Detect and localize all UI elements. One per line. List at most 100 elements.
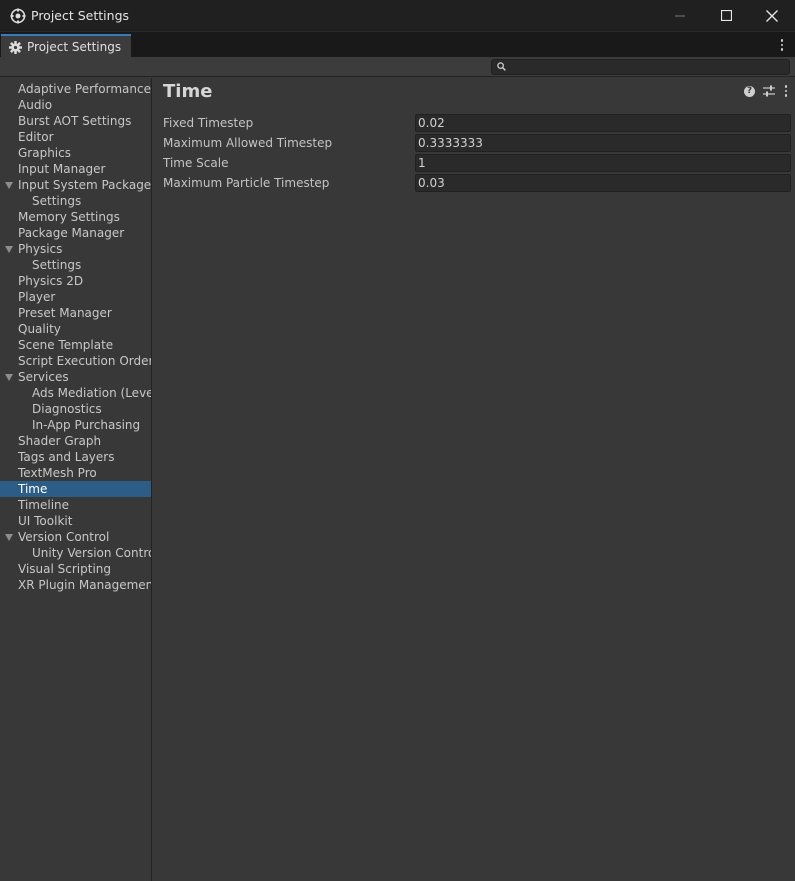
sidebar-item-label: Editor: [18, 130, 54, 144]
sidebar-item-label: UI Toolkit: [18, 514, 73, 528]
help-icon[interactable]: ?: [744, 85, 755, 97]
sidebar-item-tags-and-layers[interactable]: Tags and Layers: [0, 449, 151, 465]
sidebar-item-graphics[interactable]: Graphics: [0, 145, 151, 161]
sidebar-item-label: Ads Mediation (Level: [32, 386, 152, 400]
header-icons: ?: [744, 85, 789, 97]
sidebar-item-audio[interactable]: Audio: [0, 97, 151, 113]
search-box[interactable]: [491, 59, 790, 75]
sidebar-item-shader-graph[interactable]: Shader Graph: [0, 433, 151, 449]
sidebar-item-editor[interactable]: Editor: [0, 129, 151, 145]
sidebar-item-label: Quality: [18, 322, 61, 336]
maximize-button[interactable]: [703, 0, 749, 31]
sidebar-item-diagnostics[interactable]: Diagnostics: [0, 401, 151, 417]
field-label: Time Scale: [163, 156, 229, 170]
field-row-maximum-allowed-timestep: Maximum Allowed Timestep: [163, 134, 791, 152]
more-menu-icon[interactable]: [783, 85, 789, 97]
page-title: Time: [163, 81, 213, 102]
sidebar-item-settings[interactable]: Settings: [0, 257, 151, 273]
sidebar-item-label: Services: [18, 370, 69, 384]
expand-triangle-icon[interactable]: [5, 182, 13, 189]
window-title: Project Settings: [31, 8, 130, 23]
minimize-button[interactable]: [657, 0, 703, 31]
close-button[interactable]: [749, 0, 795, 31]
sidebar-item-label: Graphics: [18, 146, 71, 160]
expand-triangle-icon[interactable]: [5, 534, 13, 541]
tab-label: Project Settings: [27, 40, 122, 54]
time-scale-input[interactable]: [415, 154, 791, 172]
sidebar-item-physics-2d[interactable]: Physics 2D: [0, 273, 151, 289]
minimize-icon: [675, 15, 685, 16]
field-label: Maximum Allowed Timestep: [163, 136, 333, 150]
sidebar-item-label: Version Control: [18, 530, 110, 544]
sidebar-item-label: Physics: [18, 242, 63, 256]
sidebar-item-label: Physics 2D: [18, 274, 84, 288]
expand-triangle-icon[interactable]: [5, 374, 13, 381]
sidebar-item-label: Player: [18, 290, 56, 304]
sidebar-item-label: Diagnostics: [32, 402, 102, 416]
sidebar-item-quality[interactable]: Quality: [0, 321, 151, 337]
sidebar-item-input-system-package[interactable]: Input System Package: [0, 177, 151, 193]
settings-sidebar: Adaptive Performance Audio Burst AOT Setti…: [0, 78, 152, 881]
sidebar-item-version-control[interactable]: Version Control: [0, 529, 151, 545]
sidebar-item-label: Adaptive Performance: [18, 82, 151, 96]
sidebar-item-label: TextMesh Pro: [18, 466, 97, 480]
sidebar-item-burst-aot-settings[interactable]: Burst AOT Settings: [0, 113, 151, 129]
sidebar-item-in-app-purchasing[interactable]: In-App Purchasing: [0, 417, 151, 433]
toolbar: [0, 57, 795, 77]
sidebar-item-label: Settings: [32, 194, 82, 208]
sidebar-item-preset-manager[interactable]: Preset Manager: [0, 305, 151, 321]
sidebar-item-label: Memory Settings: [18, 210, 120, 224]
sidebar-item-scene-template[interactable]: Scene Template: [0, 337, 151, 353]
tab-more-menu-icon[interactable]: [777, 37, 787, 53]
sidebar-item-timeline[interactable]: Timeline: [0, 497, 151, 513]
sidebar-item-xr-plugin-management[interactable]: XR Plugin Management: [0, 577, 151, 593]
sidebar-item-label: Audio: [18, 98, 53, 112]
expand-triangle-icon[interactable]: [5, 246, 13, 253]
sidebar-item-adaptive-performance[interactable]: Adaptive Performance: [0, 81, 151, 97]
sidebar-item-label: Package Manager: [18, 226, 125, 240]
search-input[interactable]: [512, 60, 782, 74]
sidebar-item-player[interactable]: Player: [0, 289, 151, 305]
tab-project-settings[interactable]: Project Settings: [1, 34, 131, 58]
sidebar-item-label: Time: [18, 482, 48, 496]
sidebar-item-unity-version-control[interactable]: Unity Version Control: [0, 545, 151, 561]
sidebar-item-label: Visual Scripting: [18, 562, 111, 576]
sidebar-item-settings[interactable]: Settings: [0, 193, 151, 209]
window-controls: [657, 0, 795, 31]
sidebar-item-package-manager[interactable]: Package Manager: [0, 225, 151, 241]
sidebar-item-memory-settings[interactable]: Memory Settings: [0, 209, 151, 225]
sidebar-item-ads-mediation-level[interactable]: Ads Mediation (Level: [0, 385, 151, 401]
sidebar-item-label: Settings: [32, 258, 82, 272]
sidebar-item-label: Unity Version Control: [32, 546, 152, 560]
sidebar-item-visual-scripting[interactable]: Visual Scripting: [0, 561, 151, 577]
sidebar-item-services[interactable]: Services: [0, 369, 151, 385]
sidebar-item-input-manager[interactable]: Input Manager: [0, 161, 151, 177]
gear-icon: [9, 40, 22, 54]
sidebar-item-label: Scene Template: [18, 338, 114, 352]
sidebar-item-label: Tags and Layers: [18, 450, 115, 464]
sidebar-item-script-execution-order[interactable]: Script Execution Order: [0, 353, 151, 369]
field-label: Fixed Timestep: [163, 116, 254, 130]
maximum-particle-timestep-input[interactable]: [415, 174, 791, 192]
unity-settings-icon: [10, 8, 26, 23]
sidebar-item-textmesh-pro[interactable]: TextMesh Pro: [0, 465, 151, 481]
sidebar-item-label: Preset Manager: [18, 306, 112, 320]
close-icon: [766, 9, 778, 22]
maximize-icon: [720, 10, 732, 21]
sidebar-item-physics[interactable]: Physics: [0, 241, 151, 257]
preset-sliders-icon[interactable]: [763, 85, 775, 97]
sidebar-item-label: Burst AOT Settings: [18, 114, 132, 128]
maximum-allowed-timestep-input[interactable]: [415, 134, 791, 152]
sidebar-item-ui-toolkit[interactable]: UI Toolkit: [0, 513, 151, 529]
field-row-time-scale: Time Scale: [163, 154, 791, 172]
window-titlebar: Project Settings: [0, 0, 795, 31]
sidebar-item-time[interactable]: Time: [0, 481, 151, 497]
field-label: Maximum Particle Timestep: [163, 176, 330, 190]
sidebar-item-label: In-App Purchasing: [32, 418, 141, 432]
tab-strip: Project Settings: [0, 31, 795, 58]
sidebar-item-label: Timeline: [18, 498, 70, 512]
sidebar-item-label: Shader Graph: [18, 434, 102, 448]
sidebar-item-label: Input System Package: [18, 178, 152, 192]
fixed-timestep-input[interactable]: [415, 114, 791, 132]
field-row-fixed-timestep: Fixed Timestep: [163, 114, 791, 132]
